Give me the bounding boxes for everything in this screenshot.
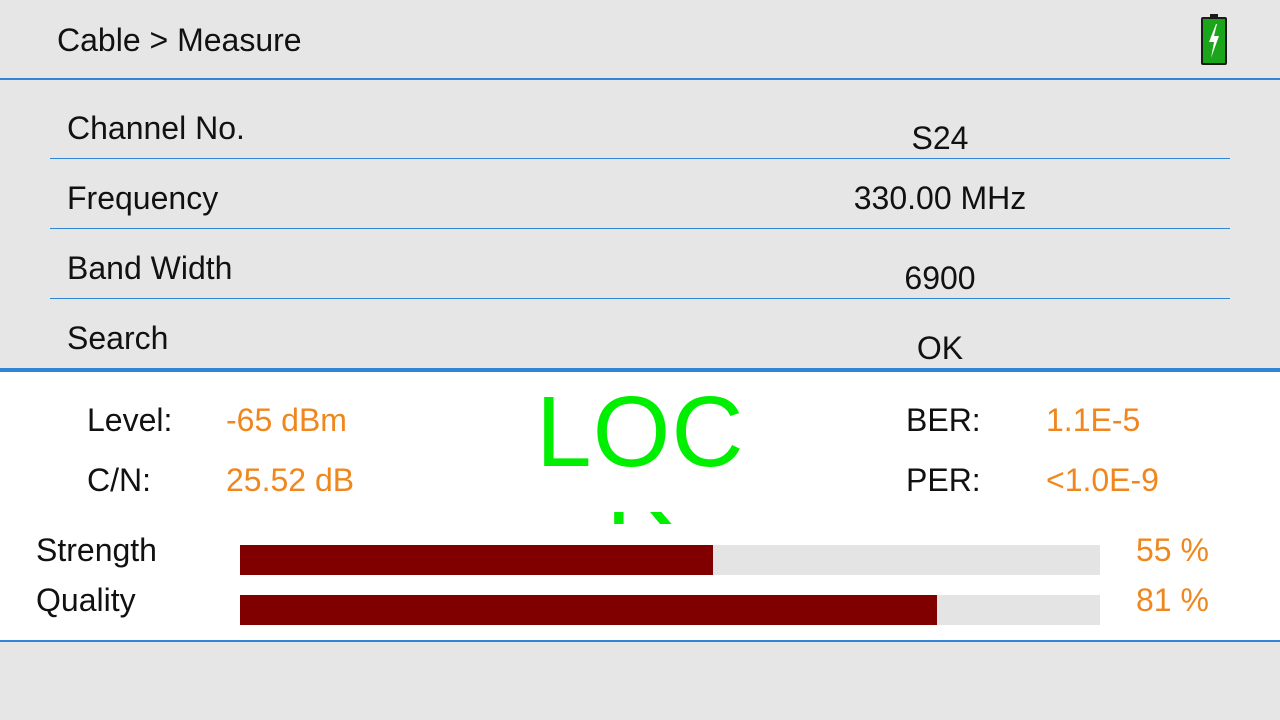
level-value: -65 dBm — [226, 402, 347, 438]
lock-status-overflow: K — [606, 512, 686, 526]
quality-bar-fill — [240, 595, 937, 625]
bandwidth-label: Band Width — [67, 250, 233, 286]
ber-value: 1.1E-5 — [1046, 402, 1141, 438]
strength-label: Strength — [36, 532, 157, 568]
cn-label: C/N: — [87, 462, 151, 498]
frequency-label: Frequency — [67, 180, 219, 216]
per-value: <1.0E-9 — [1046, 462, 1159, 498]
frequency-row[interactable]: Frequency 330.00 MHz — [50, 158, 1230, 228]
search-label: Search — [67, 320, 169, 356]
quality-percent: 81 % — [1136, 582, 1209, 618]
channel-label: Channel No. — [67, 110, 245, 146]
strength-bar-fill — [240, 545, 713, 575]
battery-charging-icon — [1201, 14, 1227, 65]
per-label: PER: — [906, 462, 981, 498]
frequency-value: 330.00 MHz — [853, 180, 1027, 216]
lock-status-text: LOC — [536, 376, 745, 488]
strength-percent: 55 % — [1136, 532, 1209, 568]
channel-row[interactable]: Channel No. S24 — [50, 88, 1230, 158]
channel-value: S24 — [911, 120, 969, 156]
quality-label: Quality — [36, 582, 136, 618]
quality-bar — [240, 595, 1100, 625]
level-label: Level: — [87, 402, 173, 438]
breadcrumb: Cable > Measure — [57, 22, 302, 58]
panel-bottom-divider — [0, 640, 1280, 642]
bandwidth-value: 6900 — [904, 260, 976, 296]
bandwidth-row[interactable]: Band Width 6900 — [50, 228, 1230, 298]
search-row[interactable]: Search OK — [50, 298, 1230, 368]
strength-bar — [240, 545, 1100, 575]
ber-label: BER: — [906, 402, 981, 438]
search-value: OK — [916, 330, 964, 366]
header-divider — [0, 78, 1280, 80]
cn-value: 25.52 dB — [226, 462, 355, 498]
